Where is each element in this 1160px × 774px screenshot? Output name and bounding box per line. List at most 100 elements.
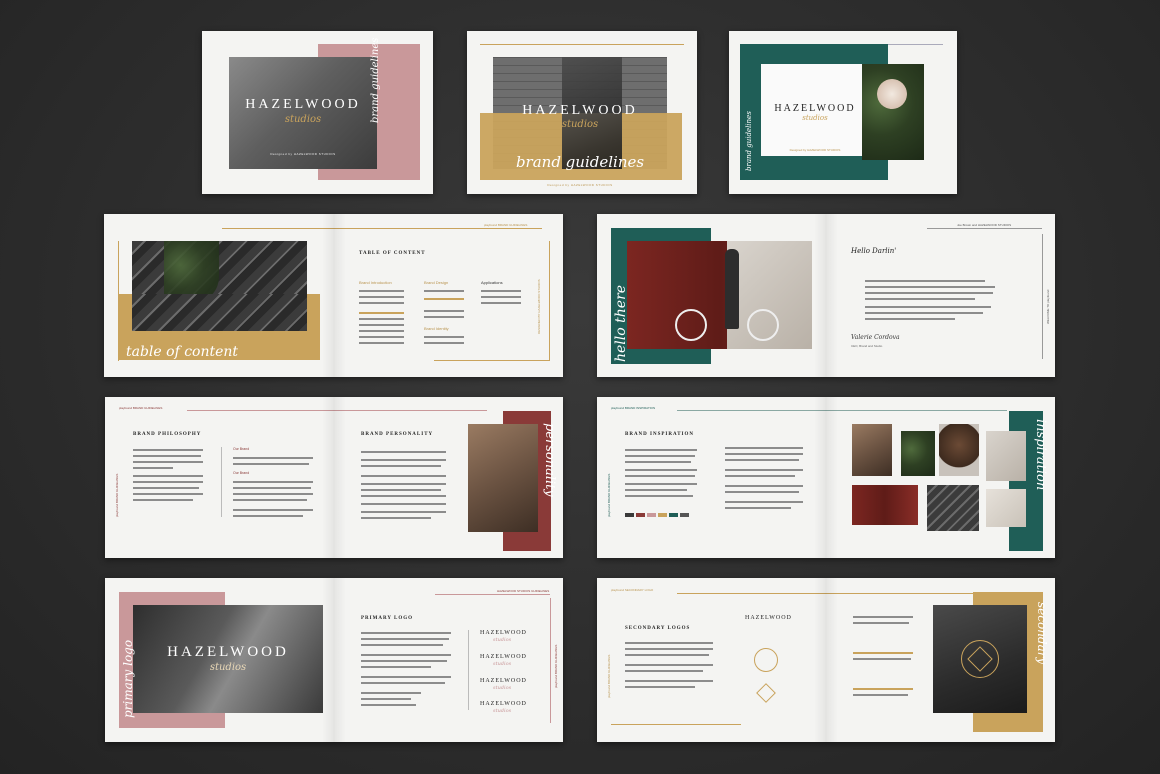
bottom-line xyxy=(434,360,549,361)
frame-line xyxy=(888,44,943,45)
bicycle-wheel xyxy=(675,309,707,341)
logo-variant-script: studios xyxy=(493,708,512,714)
toc-section-d: Applications xyxy=(481,280,503,285)
cover-title: HAZELWOOD xyxy=(522,103,638,118)
body-line xyxy=(361,465,441,467)
personality-photo xyxy=(468,424,538,532)
cover-small-text: Designed by HAZELWOOD STUDIOS xyxy=(547,183,613,187)
toc-line xyxy=(481,290,521,292)
body-line xyxy=(625,648,713,650)
toc-line xyxy=(359,336,404,338)
body-line xyxy=(725,501,803,503)
body-line xyxy=(725,459,799,461)
toc-line xyxy=(359,324,404,326)
body-line xyxy=(625,680,713,682)
body-line xyxy=(361,503,446,505)
cover-page-1: HAZELWOOD studios Designed by HAZELWOOD … xyxy=(202,31,433,194)
body-line xyxy=(361,632,451,634)
body-line xyxy=(233,515,303,517)
cover-title: HAZELWOOD xyxy=(774,103,856,114)
logo-variant: HAZELWOOD xyxy=(480,701,527,707)
body-line xyxy=(853,622,909,624)
body-line xyxy=(361,704,416,706)
body-line xyxy=(625,461,691,463)
body-line xyxy=(865,306,991,308)
toc-line xyxy=(424,310,464,312)
body-line xyxy=(865,280,985,282)
side-script: secondary xyxy=(1035,602,1049,665)
body-line xyxy=(853,688,913,690)
banner-script: brand guidelines xyxy=(515,153,645,171)
side-script: brand guidelines xyxy=(370,37,381,123)
body-line xyxy=(625,489,687,491)
body-line xyxy=(725,485,803,487)
body-line xyxy=(133,493,203,495)
cover-script: studios xyxy=(802,114,828,122)
toc-line xyxy=(424,336,464,338)
logo-variant: HAZELWOOD xyxy=(480,630,527,636)
header-text: playfound BRAND GUIDELINES xyxy=(119,406,163,410)
body-line xyxy=(361,475,446,477)
body-line xyxy=(133,461,203,463)
hello-spread: Joe Brown and HAZELWOOD STUDIOS hello th… xyxy=(597,214,1055,377)
body-line xyxy=(361,495,446,497)
side-script: primary logo xyxy=(121,639,135,718)
top-line xyxy=(927,228,1042,229)
body-line xyxy=(865,318,955,320)
round-logo-icon xyxy=(754,648,778,672)
side-script: hello there xyxy=(613,284,629,362)
cover-title: HAZELWOOD xyxy=(245,97,361,112)
side-script: brand guidelines xyxy=(745,111,753,171)
bottom-line xyxy=(611,724,741,725)
secondary-logo-heading: SECONDARY LOGOS xyxy=(625,626,691,631)
body-line xyxy=(233,487,311,489)
cover-page-3: HAZELWOOD studios Designed by HAZELWOOD … xyxy=(729,31,957,194)
body-line xyxy=(133,475,203,477)
body-line xyxy=(865,286,995,288)
top-line xyxy=(187,410,487,411)
vertical-text: DESIGNED BY HAZELWOOD STUDIOS xyxy=(537,279,541,334)
body-line xyxy=(133,481,203,483)
toc-line xyxy=(359,318,404,320)
side-script: inspiration xyxy=(1033,419,1048,491)
vertical-text: playfound BRAND GUIDELINES xyxy=(554,644,558,688)
cover-small-text: Designed by HAZELWOOD STUDIOS xyxy=(789,148,841,152)
body-line xyxy=(853,694,908,696)
body-line xyxy=(133,455,201,457)
toc-spread: playfound BRAND GUIDELINES table of cont… xyxy=(104,214,563,377)
secondary-logo-spread: playfound SECONDARY LOGO SECONDARY LOGOS… xyxy=(597,578,1055,742)
toc-line xyxy=(359,342,404,344)
body-line xyxy=(361,682,445,684)
body-line xyxy=(625,475,695,477)
body-line xyxy=(625,642,713,644)
signature-role: CEO, Brand and Studio xyxy=(851,344,883,348)
logo-script: studios xyxy=(209,662,247,673)
body-line xyxy=(625,449,697,451)
body-line xyxy=(361,644,443,646)
toc-section-a: Brand Introduction xyxy=(359,280,392,285)
vertical-text: WELCOME TO playfound xyxy=(1046,289,1050,324)
body-line xyxy=(625,664,713,666)
top-line xyxy=(677,410,1007,411)
color-swatch xyxy=(669,513,678,517)
body-line xyxy=(133,499,193,501)
toc-section-c: Brand Identity xyxy=(424,326,449,331)
top-line xyxy=(222,228,542,229)
inspiration-photo xyxy=(927,485,979,531)
inspiration-photo xyxy=(852,424,892,476)
body-line xyxy=(625,670,703,672)
inspiration-photo xyxy=(939,424,979,476)
column-divider xyxy=(221,447,222,517)
color-swatch xyxy=(636,513,645,517)
body-line xyxy=(361,698,411,700)
sub-heading: Our Brand xyxy=(233,447,250,451)
side-script: personality xyxy=(542,423,557,497)
primary-logo-spread: HAZELWOOD studios primary logo HAZELWOOD… xyxy=(105,578,563,742)
top-line xyxy=(435,594,550,595)
cover-page-2: HAZELWOOD studios brand guidelines Desig… xyxy=(467,31,697,194)
body-line xyxy=(625,455,695,457)
toc-line xyxy=(359,302,404,304)
inspiration-photo xyxy=(986,489,1026,527)
body-line xyxy=(625,495,693,497)
vertical-text: playfound BRAND GUIDELINES xyxy=(115,473,119,517)
